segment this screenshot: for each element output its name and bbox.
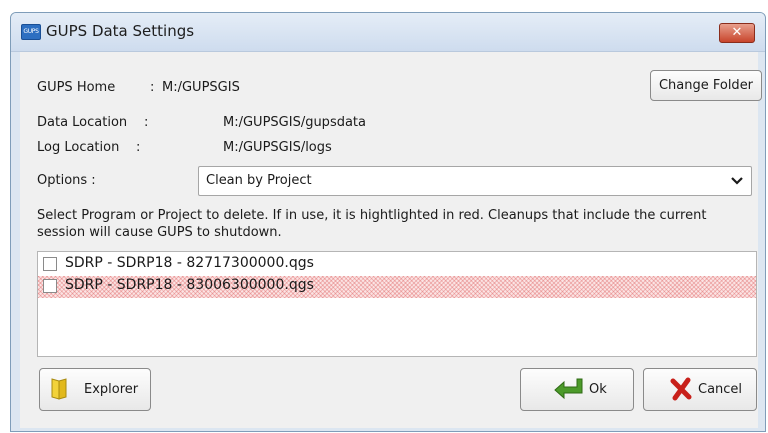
title-bar[interactable]: GUPS GUPS Data Settings ✕: [11, 13, 765, 52]
green-arrow-icon: [551, 376, 585, 402]
project-checkbox[interactable]: [43, 257, 57, 271]
instructions-text: Select Program or Project to delete. If …: [37, 208, 707, 240]
app-icon: GUPS: [21, 24, 41, 40]
gups-home-label: GUPS Home: [37, 80, 116, 95]
project-list[interactable]: SDRP - SDRP18 - 82717300000.qgs SDRP - S…: [37, 251, 757, 357]
options-label: Options :: [37, 173, 96, 188]
ok-button[interactable]: Ok: [520, 368, 634, 411]
project-checkbox[interactable]: [43, 279, 57, 293]
window-title: GUPS Data Settings: [46, 22, 195, 40]
explorer-label: Explorer: [84, 382, 139, 397]
project-item-in-use[interactable]: SDRP - SDRP18 - 83006300000.qgs: [38, 276, 756, 298]
change-folder-label: Change Folder: [658, 78, 754, 93]
chevron-down-icon[interactable]: [723, 167, 751, 195]
data-location-separator: :: [144, 115, 149, 130]
dialog-content: GUPS Home : M:/GUPSGIS Change Folder Dat…: [20, 52, 762, 428]
change-folder-button[interactable]: Change Folder: [650, 70, 762, 101]
project-item[interactable]: SDRP - SDRP18 - 82717300000.qgs: [38, 254, 756, 276]
red-x-icon: [670, 377, 692, 401]
project-item-label: SDRP - SDRP18 - 82717300000.qgs: [65, 255, 314, 271]
options-selected-value: Clean by Project: [206, 173, 312, 188]
ok-label: Ok: [589, 382, 607, 397]
gups-home-value: M:/GUPSGIS: [162, 80, 240, 95]
options-dropdown[interactable]: Clean by Project: [198, 166, 752, 196]
gups-home-separator: :: [150, 80, 155, 95]
project-item-label: SDRP - SDRP18 - 83006300000.qgs: [65, 277, 314, 293]
dialog-window: GUPS GUPS Data Settings ✕ GUPS Home : M:…: [10, 12, 766, 432]
data-location-value: M:/GUPSGIS/gupsdata: [223, 115, 366, 130]
explorer-button[interactable]: Explorer: [39, 368, 151, 411]
log-location-label: Log Location: [37, 140, 120, 155]
close-button[interactable]: ✕: [719, 23, 755, 43]
cancel-button[interactable]: Cancel: [643, 368, 757, 411]
cancel-label: Cancel: [698, 382, 743, 397]
log-location-value: M:/GUPSGIS/logs: [223, 140, 332, 155]
log-location-separator: :: [136, 140, 141, 155]
data-location-label: Data Location: [37, 115, 128, 130]
folder-icon: [50, 377, 68, 401]
